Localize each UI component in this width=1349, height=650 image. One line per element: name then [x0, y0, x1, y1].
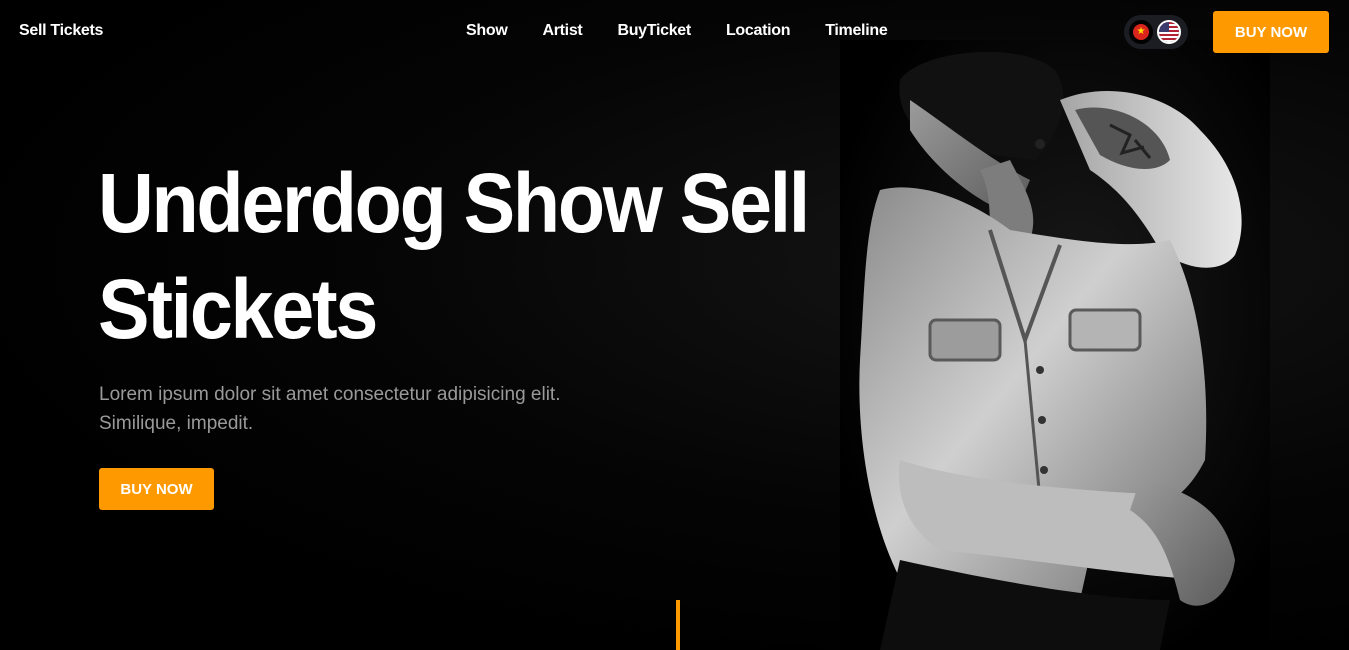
nav-link-show[interactable]: Show: [466, 22, 508, 40]
top-navbar: Sell Tickets Show Artist BuyTicket Locat…: [0, 0, 1349, 64]
nav-link-buyticket[interactable]: BuyTicket: [617, 22, 691, 40]
vietnam-flag-icon[interactable]: ★: [1129, 20, 1153, 44]
artist-photo: [840, 40, 1270, 650]
us-flag-icon[interactable]: [1157, 20, 1181, 44]
hero-title: Underdog Show Sell Stickets: [98, 156, 810, 356]
hero-buy-now-button[interactable]: BUY NOW: [99, 468, 214, 510]
hero-description: Lorem ipsum dolor sit amet consectetur a…: [99, 384, 561, 434]
brand-logo-link[interactable]: Sell Tickets: [19, 22, 103, 40]
nav-link-location[interactable]: Location: [726, 22, 791, 40]
nav-buy-now-button[interactable]: BUY NOW: [1213, 11, 1329, 53]
language-switcher: ★: [1124, 15, 1188, 49]
nav-links: Show Artist BuyTicket Location Timeline: [466, 22, 922, 40]
nav-link-timeline[interactable]: Timeline: [825, 22, 888, 40]
scroll-indicator: [676, 600, 680, 650]
nav-link-artist[interactable]: Artist: [542, 22, 582, 40]
